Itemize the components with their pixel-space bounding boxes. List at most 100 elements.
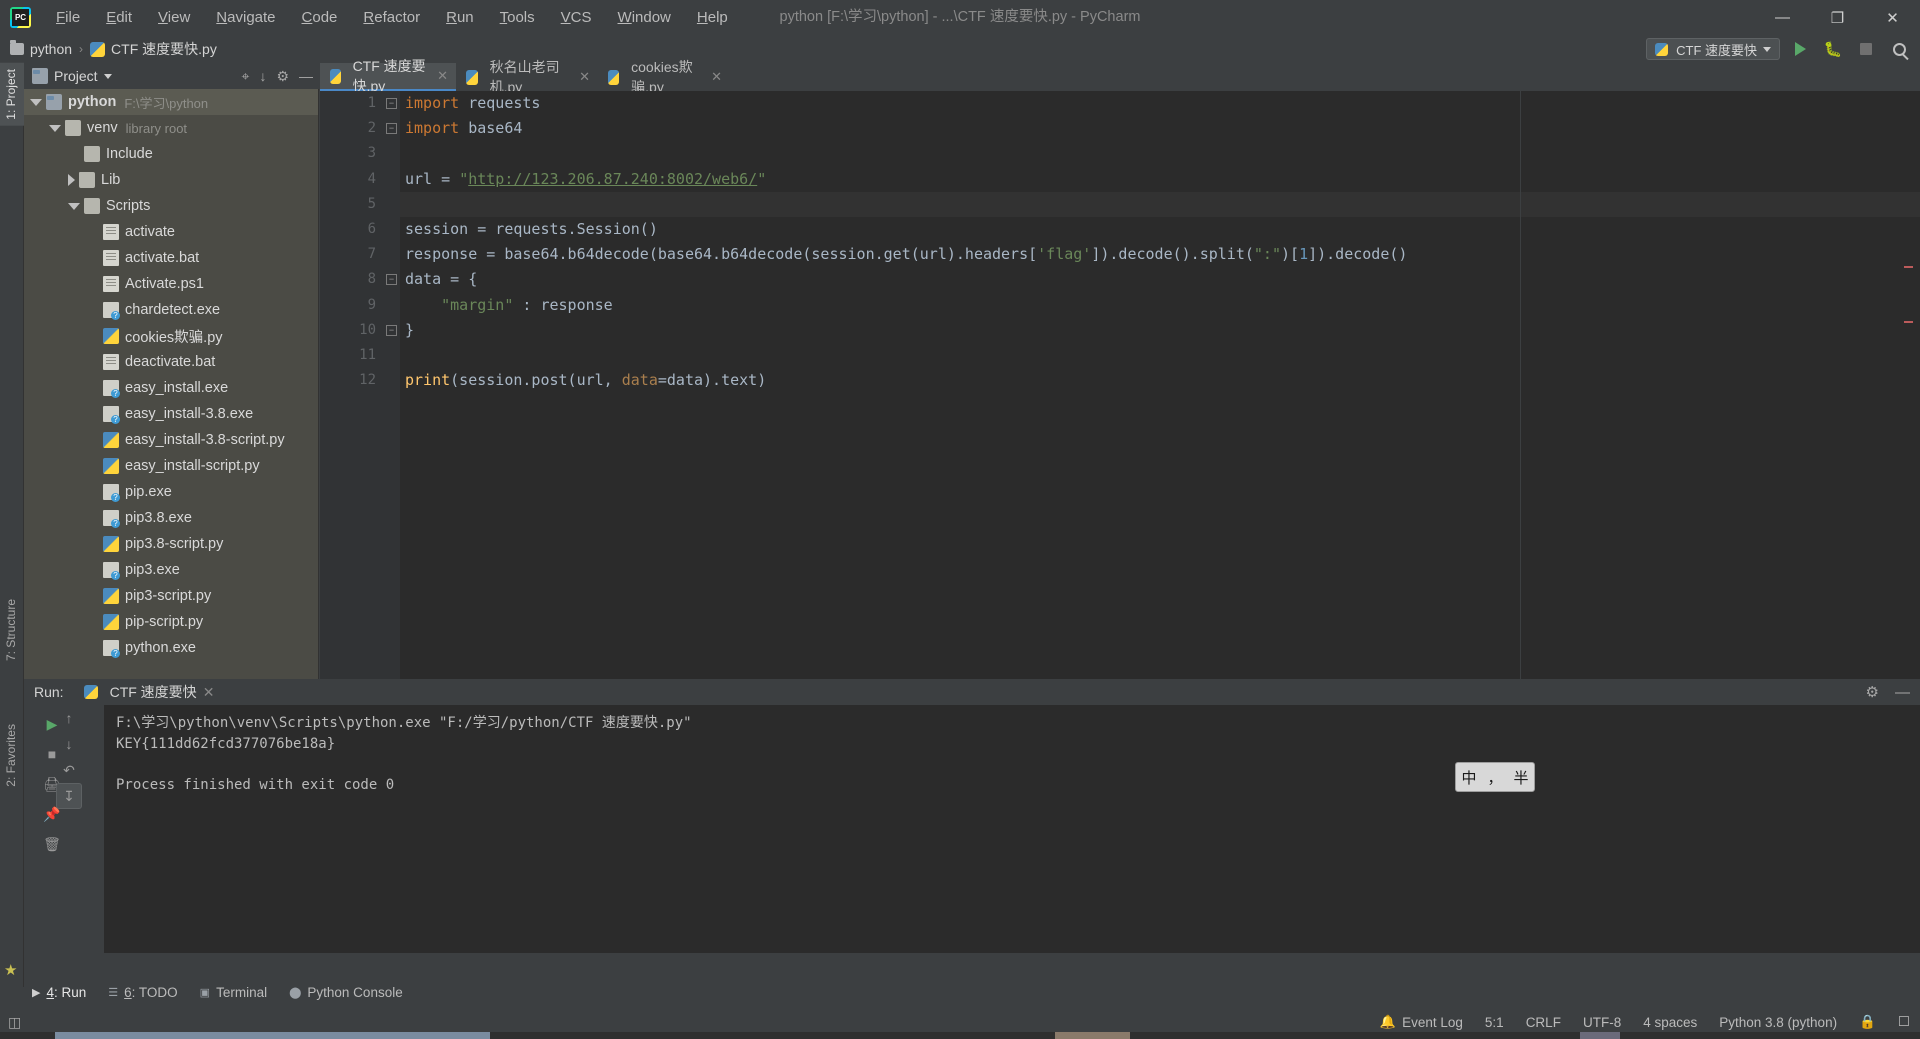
breadcrumb-file[interactable]: CTF 速度要快.py	[111, 39, 217, 59]
code-fold-marker[interactable]: −	[386, 98, 397, 109]
up-the-stack-button[interactable]: ↑	[56, 705, 82, 731]
scroll-to-end-button[interactable]: ↧	[56, 783, 82, 809]
menu-item-vcs[interactable]: VCS	[548, 5, 605, 30]
hide-panel-icon[interactable]: —	[1895, 684, 1910, 701]
tree-item[interactable]: activate.bat	[24, 245, 318, 271]
debug-button[interactable]: 🐛	[1820, 36, 1846, 62]
collapse-all-icon[interactable]: ↓	[259, 68, 266, 84]
tree-item[interactable]: Include	[24, 141, 318, 167]
editor-code-area[interactable]: import requests import base64 url = "http…	[400, 91, 1920, 679]
tree-item[interactable]: activate	[24, 219, 318, 245]
stop-button[interactable]	[1853, 36, 1879, 62]
ime-punctuation[interactable]: ，	[1487, 767, 1502, 788]
close-icon[interactable]: ✕	[437, 68, 448, 84]
chevron-down-icon[interactable]	[68, 202, 80, 210]
line-separator[interactable]: CRLF	[1526, 1015, 1561, 1030]
tree-item[interactable]: pip3.8.exe	[24, 505, 318, 531]
collapse-target-icon[interactable]: ⌖	[242, 68, 250, 85]
caret-position[interactable]: 5:1	[1485, 1015, 1504, 1030]
hide-panel-icon[interactable]: —	[299, 68, 313, 84]
menu-item-view[interactable]: View	[145, 5, 203, 30]
down-the-stack-button[interactable]: ↓	[56, 731, 82, 757]
soft-wrap-button[interactable]: ↶	[56, 757, 82, 783]
code-editor[interactable]: 1 2 3 4 5 6 7 8 9 10 11 12 − − − − import requests impo…	[320, 91, 1920, 679]
run-console-output[interactable]: F:\学习\python\venv\Scripts\python.exe "F:…	[104, 705, 1920, 953]
editor-tab[interactable]: cookies欺骗.py ✕	[598, 59, 730, 95]
tree-item[interactable]: python F:\学习\python	[24, 89, 318, 115]
menu-item-edit[interactable]: Edit	[93, 5, 145, 30]
tree-item[interactable]: python.exe	[24, 635, 318, 661]
tree-item[interactable]: easy_install-script.py	[24, 453, 318, 479]
search-everywhere-button[interactable]	[1886, 36, 1912, 62]
tree-item[interactable]: pip3.exe	[24, 557, 318, 583]
close-icon[interactable]: ✕	[711, 69, 722, 85]
bottom-tab-terminal[interactable]: ▣ Terminal	[200, 985, 267, 1000]
gear-icon[interactable]: ⚙	[1866, 683, 1879, 701]
minimize-button[interactable]: —	[1755, 0, 1810, 35]
tree-item[interactable]: pip-script.py	[24, 609, 318, 635]
tree-item[interactable]: easy_install-3.8-script.py	[24, 427, 318, 453]
menu-item-refactor[interactable]: Refactor	[350, 5, 433, 30]
run-configuration-tab[interactable]: CTF 速度要快 ✕	[83, 682, 215, 702]
menu-item-run[interactable]: Run	[433, 5, 487, 30]
editor-tab[interactable]: CTF 速度要快.py ✕	[320, 58, 456, 94]
run-configuration-selector[interactable]: CTF 速度要快	[1646, 38, 1780, 60]
menu-item-window[interactable]: Window	[605, 5, 684, 30]
taskbar-item[interactable]	[1055, 1032, 1130, 1039]
show-tool-windows-icon[interactable]: ◫	[8, 1014, 21, 1031]
run-button[interactable]	[1787, 36, 1813, 62]
tree-item[interactable]: chardetect.exe	[24, 297, 318, 323]
tree-item[interactable]: pip3.8-script.py	[24, 531, 318, 557]
event-log-button[interactable]: 🔔 Event Log	[1380, 1014, 1463, 1030]
tree-item[interactable]: Activate.ps1	[24, 271, 318, 297]
taskbar-item[interactable]	[1580, 1032, 1620, 1039]
tree-item[interactable]: easy_install-3.8.exe	[24, 401, 318, 427]
lock-icon[interactable]: 🔒	[1859, 1014, 1876, 1030]
menu-item-tools[interactable]: Tools	[487, 5, 548, 30]
code-fold-marker[interactable]: −	[386, 274, 397, 286]
code-fold-marker[interactable]: −	[386, 123, 397, 135]
tree-item[interactable]: Lib	[24, 167, 318, 193]
project-view-chevron-icon[interactable]	[103, 73, 112, 79]
editor-tab[interactable]: 秋名山老司机.py ✕	[456, 59, 598, 95]
error-stripe-mark[interactable]	[1904, 266, 1913, 268]
sidebar-item-project[interactable]: 1: Project	[0, 63, 24, 126]
menu-item-help[interactable]: Help	[684, 5, 741, 30]
tree-item[interactable]: pip.exe	[24, 479, 318, 505]
chevron-down-icon[interactable]	[30, 98, 42, 106]
favorites-star-icon[interactable]: ★	[4, 961, 17, 979]
gear-icon[interactable]: ⚙	[276, 68, 289, 85]
taskbar-item[interactable]	[55, 1032, 490, 1039]
inspection-icon[interactable]: ☐	[1898, 1014, 1910, 1030]
menu-item-code[interactable]: Code	[289, 5, 351, 30]
ime-mode[interactable]: 中	[1461, 767, 1476, 788]
close-icon[interactable]: ✕	[579, 69, 590, 85]
code-fold-marker[interactable]: −	[386, 324, 397, 336]
editor-fold-column[interactable]: − − − −	[384, 91, 400, 679]
breadcrumb-project[interactable]: python	[30, 41, 72, 57]
chevron-down-icon[interactable]	[49, 124, 61, 132]
ime-status-popup[interactable]: 中 ， 半	[1455, 762, 1535, 792]
file-encoding[interactable]: UTF-8	[1583, 1015, 1621, 1030]
menu-item-navigate[interactable]: Navigate	[203, 5, 288, 30]
project-tree[interactable]: python F:\学习\python venv library root Includ…	[24, 89, 319, 679]
bottom-tab-run[interactable]: ▶ 4: Run	[32, 985, 86, 1000]
chevron-right-icon[interactable]	[68, 174, 75, 186]
tree-item[interactable]: cookies欺骗.py	[24, 323, 318, 349]
close-icon[interactable]: ✕	[203, 684, 215, 701]
ime-width[interactable]: 半	[1513, 767, 1528, 788]
tree-item[interactable]: deactivate.bat	[24, 349, 318, 375]
error-stripe-mark[interactable]	[1904, 321, 1913, 323]
tree-item[interactable]: easy_install.exe	[24, 375, 318, 401]
python-interpreter[interactable]: Python 3.8 (python)	[1719, 1015, 1837, 1030]
sidebar-item-structure[interactable]: 7: Structure	[0, 593, 24, 667]
close-button[interactable]: ✕	[1865, 0, 1920, 35]
sidebar-item-favorites[interactable]: 2: Favorites	[0, 718, 24, 793]
indent-setting[interactable]: 4 spaces	[1643, 1015, 1697, 1030]
maximize-button[interactable]: ❐	[1810, 0, 1865, 35]
tree-item[interactable]: pip3-script.py	[24, 583, 318, 609]
menu-item-file[interactable]: File	[43, 5, 93, 30]
tree-item[interactable]: venv library root	[24, 115, 318, 141]
bottom-tab-todo[interactable]: ☰ 6: TODO	[108, 985, 177, 1000]
bottom-tab-python-console[interactable]: ⬤ Python Console	[289, 985, 403, 1000]
